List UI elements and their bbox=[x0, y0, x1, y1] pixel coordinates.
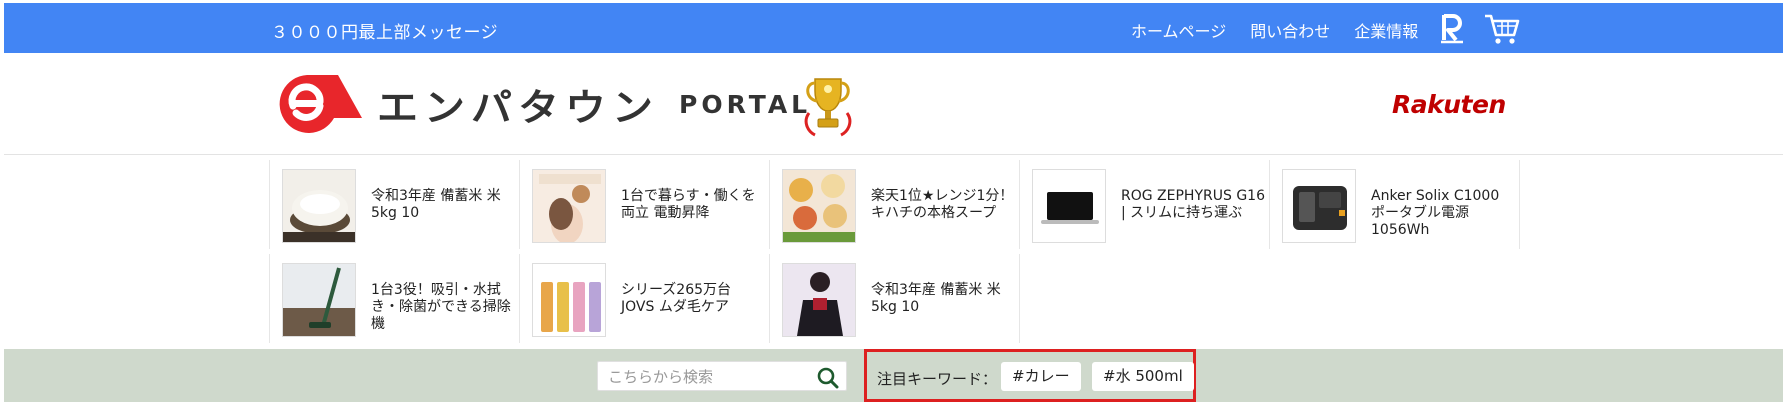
product-item-5[interactable]: Anker Solix C1000 ポータブル電源 1056Wh bbox=[1269, 160, 1519, 249]
logo-portal-text: PORTAL bbox=[679, 89, 812, 119]
product-title: 楽天1位★レンジ1分！キハチの本格スープ bbox=[871, 188, 1014, 221]
search-input[interactable] bbox=[608, 366, 808, 388]
cart-icon[interactable] bbox=[1483, 11, 1521, 45]
trophy-icon bbox=[804, 78, 852, 137]
product-item-7[interactable]: シリーズ265万台 JOVS ムダ毛ケア bbox=[519, 254, 769, 343]
product-thumbnail bbox=[782, 169, 856, 243]
product-title: 令和3年産 備蓄米 米 5kg 10 bbox=[871, 282, 1001, 315]
product-thumbnail bbox=[782, 263, 856, 337]
top-bar: ３０００円最上部メッセージ ホームページ 問い合わせ 企業情報 bbox=[4, 3, 1783, 53]
product-thumbnail bbox=[282, 263, 356, 337]
product-thumbnail bbox=[532, 263, 606, 337]
product-title: Anker Solix C1000 ポータブル電源 1056Wh bbox=[1371, 188, 1500, 238]
empatown-logo-mark[interactable] bbox=[276, 73, 364, 135]
product-title: 1台で暮らす・働くを両立 電動昇降 bbox=[621, 188, 756, 221]
site-header: エンパタウン PORTAL Rakuten bbox=[4, 53, 1783, 155]
logo-japanese-text: エンパタウン bbox=[377, 85, 659, 130]
product-item-4[interactable]: ROG ZEPHYRUS G16 | スリムに持ち運ぶ bbox=[1019, 160, 1269, 249]
trending-keywords: 注目キーワード： #カレー #水 500ml bbox=[864, 349, 1196, 402]
product-thumbnail bbox=[1032, 169, 1106, 243]
keywords-label: 注目キーワード： bbox=[877, 370, 998, 388]
rakuten-logo[interactable]: Rakuten bbox=[1392, 90, 1506, 119]
grid-divider bbox=[1519, 160, 1520, 249]
product-item-1[interactable]: 令和3年産 備蓄米 米 5kg 10 bbox=[269, 160, 519, 249]
search-bar: 注目キーワード： #カレー #水 500ml bbox=[4, 349, 1783, 402]
keyword-tag[interactable]: #カレー bbox=[1001, 362, 1081, 391]
keyword-tag[interactable]: #水 500ml bbox=[1092, 362, 1194, 391]
rakuten-r-icon[interactable] bbox=[1439, 12, 1465, 44]
page: ３０００円最上部メッセージ ホームページ 問い合わせ 企業情報 エンパタウン P… bbox=[4, 3, 1783, 402]
product-title: ROG ZEPHYRUS G16 | スリムに持ち運ぶ bbox=[1121, 188, 1265, 221]
product-thumbnail bbox=[1282, 169, 1356, 243]
nav-company-link[interactable]: 企業情報 bbox=[1354, 18, 1418, 42]
product-item-3[interactable]: 楽天1位★レンジ1分！キハチの本格スープ bbox=[769, 160, 1019, 249]
product-item-8[interactable]: 令和3年産 備蓄米 米 5kg 10 bbox=[769, 254, 1019, 343]
search-box bbox=[597, 361, 847, 391]
product-item-6[interactable]: 1台3役！吸引・水拭き・除菌ができる掃除機 bbox=[269, 254, 519, 343]
site-logo[interactable]: エンパタウン PORTAL bbox=[377, 79, 812, 130]
product-item-2[interactable]: 1台で暮らす・働くを両立 電動昇降 bbox=[519, 160, 769, 249]
top-message: ３０００円最上部メッセージ bbox=[271, 23, 499, 43]
nav-contact-link[interactable]: 問い合わせ bbox=[1250, 18, 1330, 42]
search-icon[interactable] bbox=[817, 367, 839, 389]
grid-divider bbox=[1019, 254, 1020, 343]
nav-home-link[interactable]: ホームページ bbox=[1131, 18, 1226, 42]
product-thumbnail bbox=[282, 169, 356, 243]
product-title: 1台3役！吸引・水拭き・除菌ができる掃除機 bbox=[371, 282, 511, 332]
top-nav: ホームページ 問い合わせ 企業情報 bbox=[1131, 18, 1418, 42]
product-title: 令和3年産 備蓄米 米 5kg 10 bbox=[371, 188, 501, 221]
product-thumbnail bbox=[532, 169, 606, 243]
product-title: シリーズ265万台 JOVS ムダ毛ケア bbox=[621, 282, 732, 315]
